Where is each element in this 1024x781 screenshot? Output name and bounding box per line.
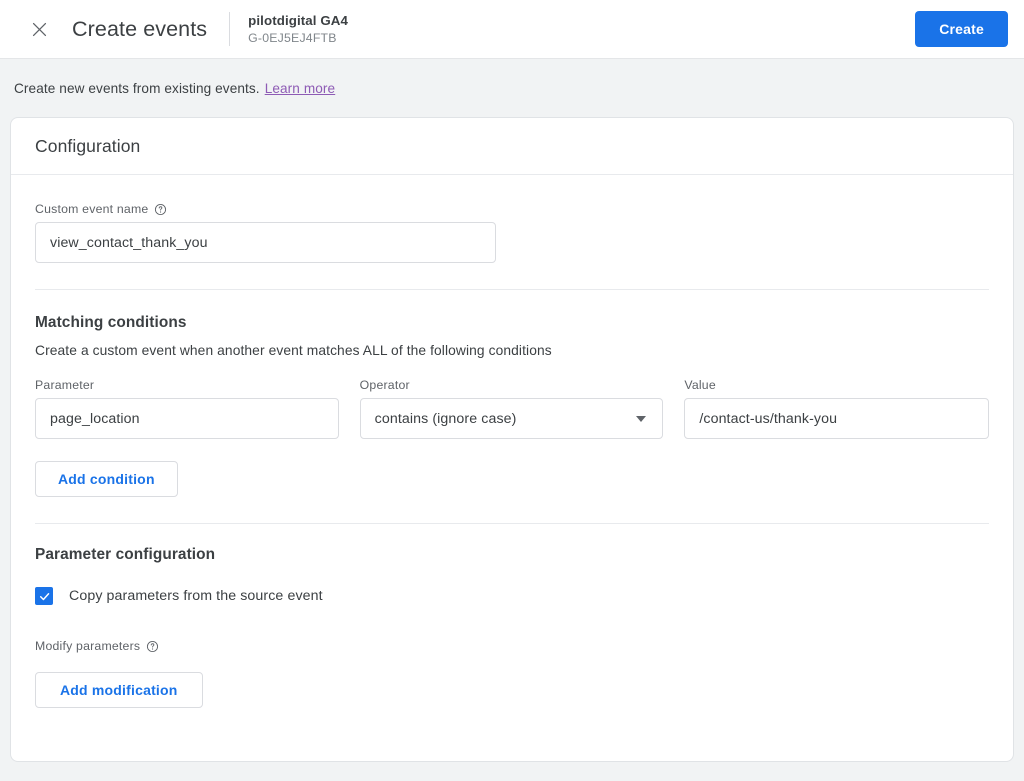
operator-value: contains (ignore case)	[374, 410, 517, 427]
condition-row: Parameter page_location Operator contain…	[35, 378, 989, 439]
parameter-configuration-section: Parameter configuration Copy parameters …	[35, 524, 989, 708]
copy-parameters-label[interactable]: Copy parameters from the source event	[69, 588, 323, 604]
custom-event-name-label-text: Custom event name	[35, 202, 149, 216]
configuration-card: Configuration Custom event name view_con…	[10, 117, 1014, 762]
add-condition-button[interactable]: Add condition	[35, 461, 178, 497]
add-modification-button[interactable]: Add modification	[35, 672, 203, 708]
matching-conditions-section: Matching conditions Create a custom even…	[35, 290, 989, 523]
modify-parameters-label-text: Modify parameters	[35, 639, 141, 653]
copy-parameters-row[interactable]: Copy parameters from the source event	[35, 587, 989, 605]
card-title: Configuration	[35, 135, 141, 156]
header-divider	[229, 12, 231, 46]
app-header: Create events pilotdigital GA4 G-0EJ5EJ4…	[0, 0, 1024, 59]
condition-value-group: Value /contact-us/thank-you	[684, 378, 989, 439]
value-input[interactable]: /contact-us/thank-you	[684, 398, 989, 439]
value-label: Value	[684, 378, 716, 392]
close-icon	[30, 20, 49, 39]
operator-label: Operator	[359, 378, 410, 392]
help-circle-icon[interactable]	[154, 203, 167, 216]
parameter-input[interactable]: page_location	[35, 398, 339, 439]
condition-parameter-group: Parameter page_location	[35, 378, 339, 439]
close-button[interactable]	[22, 12, 56, 46]
notice-text: Create new events from existing events.	[14, 80, 260, 96]
learn-more-link[interactable]: Learn more	[265, 81, 336, 96]
matching-conditions-title: Matching conditions	[35, 314, 187, 331]
matching-conditions-description: Create a custom event when another event…	[35, 343, 552, 358]
modify-parameters-label: Modify parameters	[35, 639, 989, 653]
copy-parameters-checkbox[interactable]	[35, 587, 53, 605]
parameter-configuration-title: Parameter configuration	[35, 546, 216, 563]
notice-bar: Create new events from existing events. …	[0, 59, 1024, 117]
card-body: Custom event name view_contact_thank_you…	[11, 175, 1013, 708]
page-title: Create events	[72, 16, 208, 41]
card-header: Configuration	[11, 118, 1013, 175]
property-selector[interactable]: pilotdigital GA4 G-0EJ5EJ4FTB	[248, 12, 348, 46]
help-circle-icon[interactable]	[146, 640, 159, 653]
property-name: pilotdigital GA4	[248, 13, 349, 28]
create-button[interactable]: Create	[915, 11, 1008, 47]
property-id: G-0EJ5EJ4FTB	[248, 31, 337, 45]
operator-select[interactable]: contains (ignore case)	[359, 398, 664, 439]
chevron-down-icon	[636, 415, 647, 422]
parameter-label: Parameter	[35, 378, 95, 392]
condition-operator-group: Operator contains (ignore case)	[359, 378, 664, 439]
page-body: Configuration Custom event name view_con…	[0, 117, 1024, 781]
custom-event-name-label: Custom event name	[35, 202, 989, 216]
custom-event-section: Custom event name view_contact_thank_you	[35, 175, 989, 289]
custom-event-name-input[interactable]: view_contact_thank_you	[35, 222, 496, 263]
